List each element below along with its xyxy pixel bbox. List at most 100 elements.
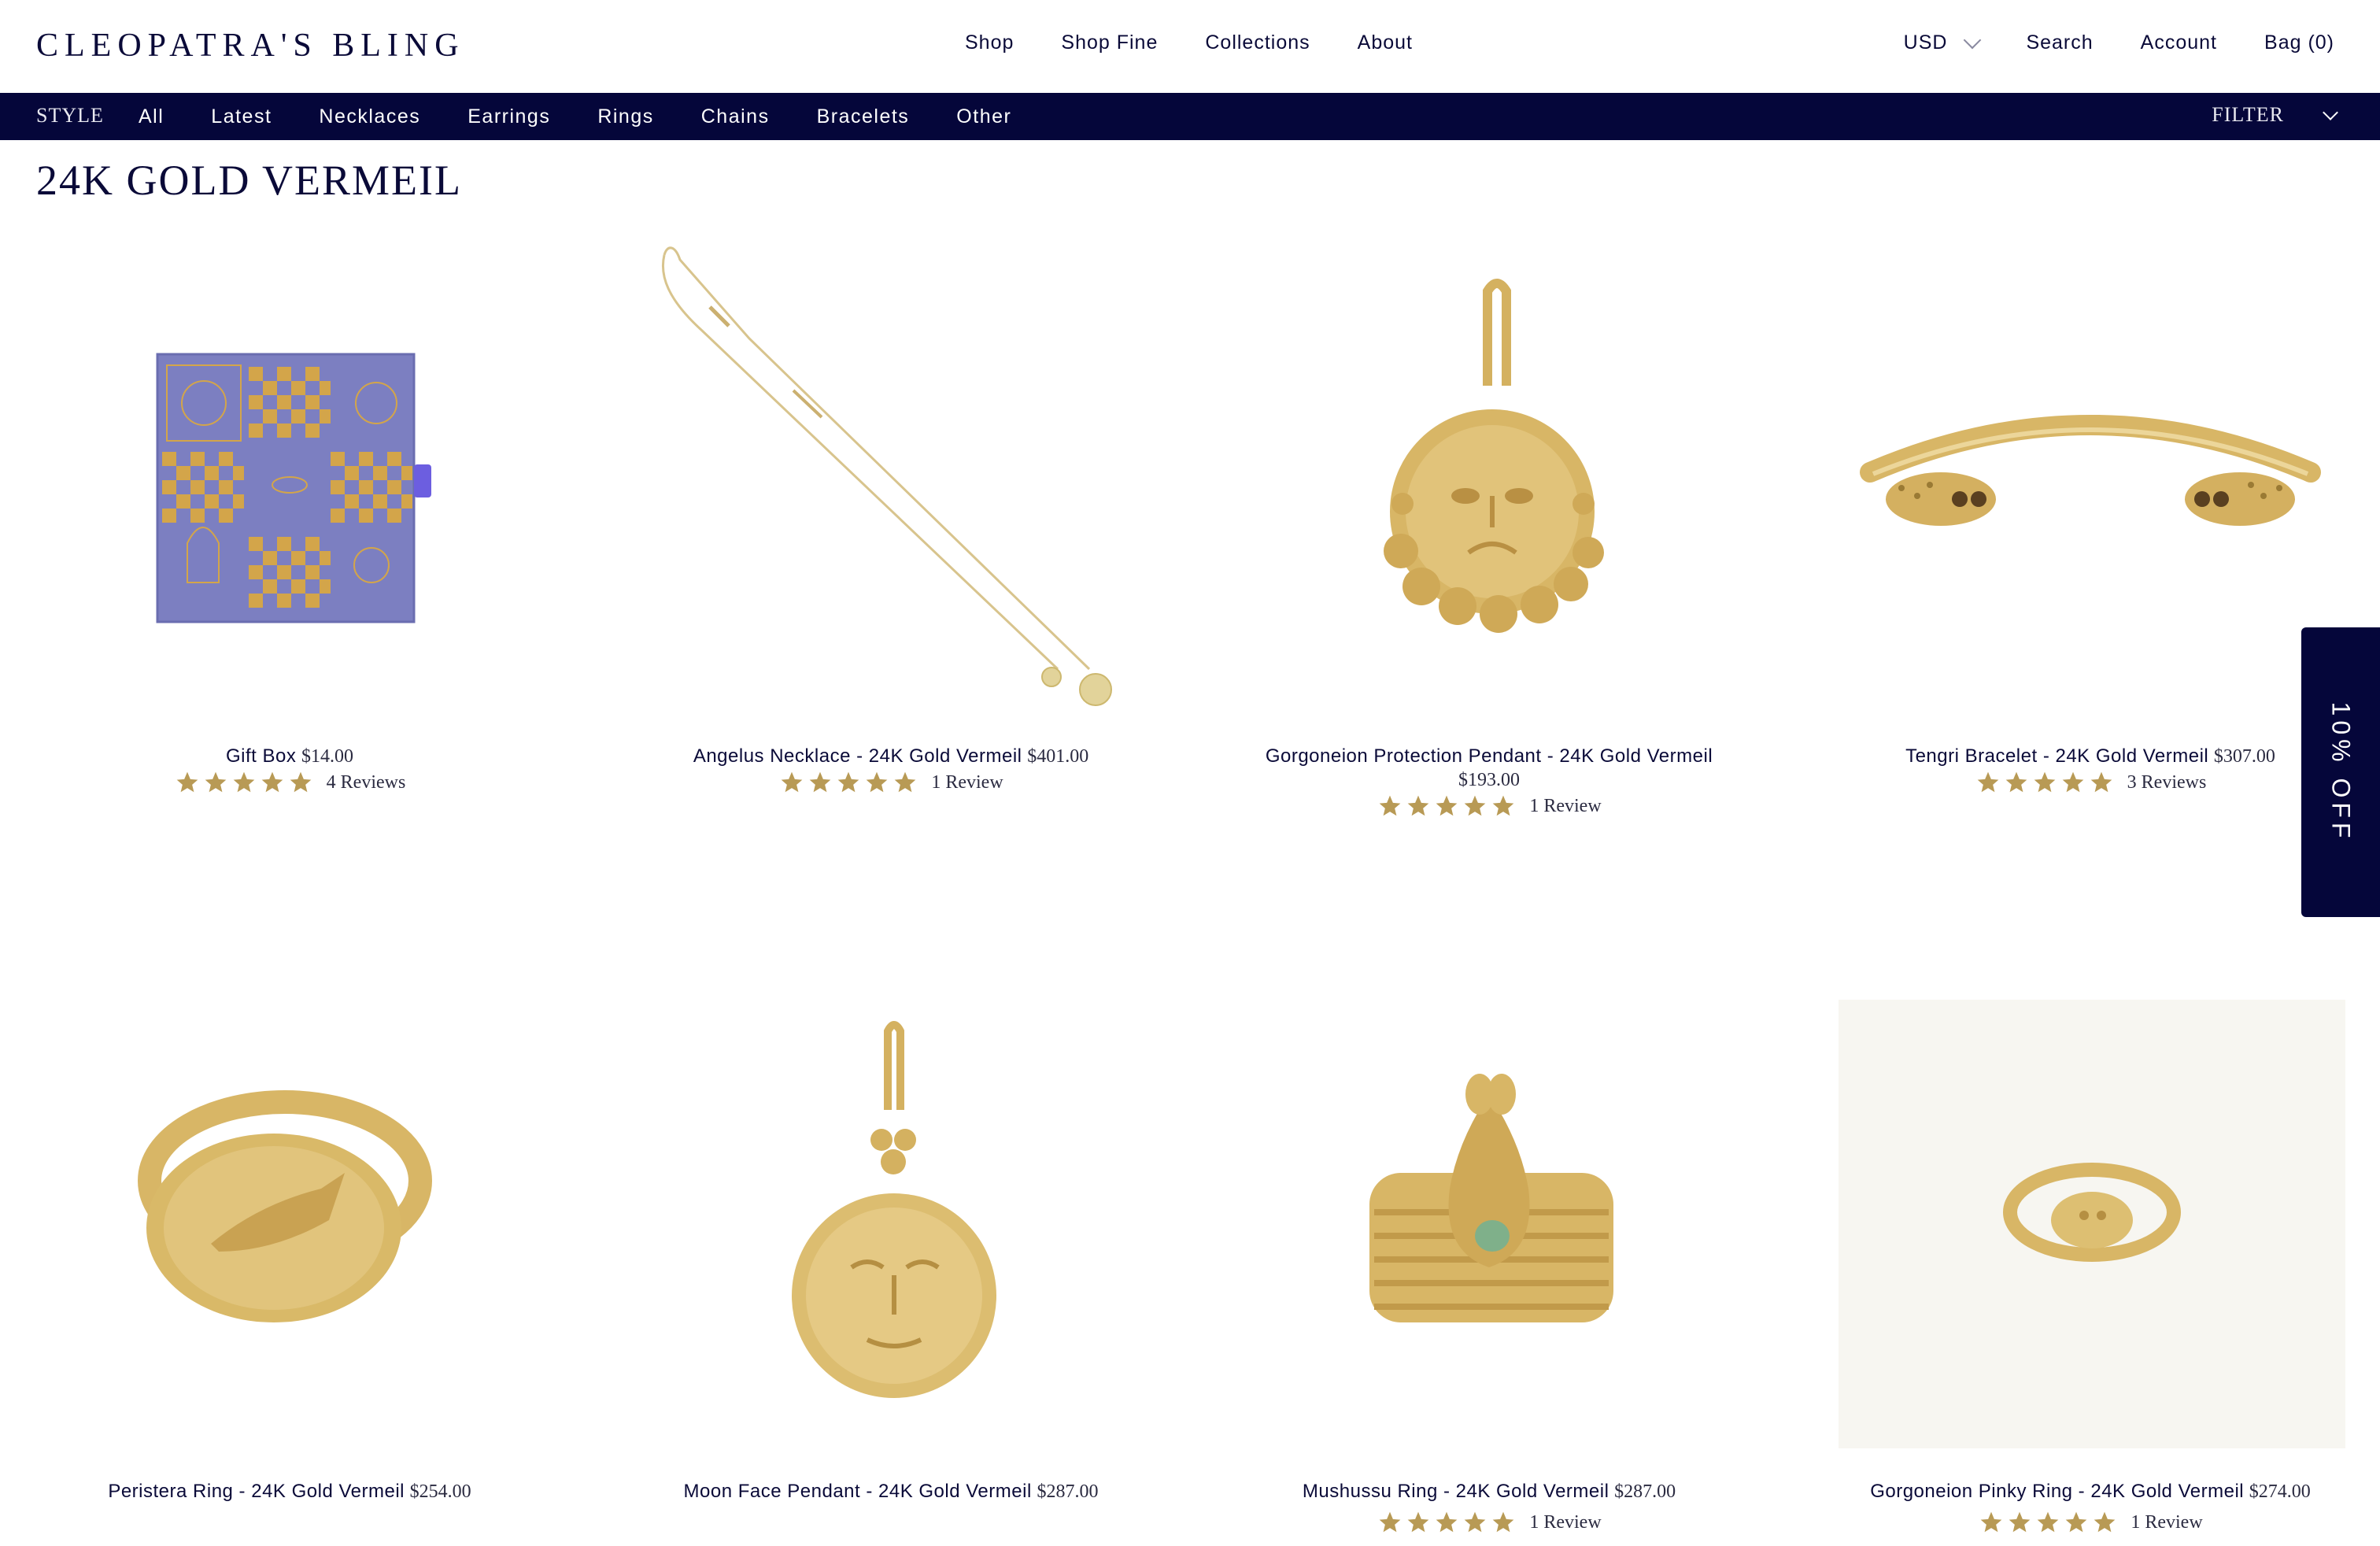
product-card[interactable]: Mushussu Ring - 24K Gold Vermeil $287.00… <box>1190 984 1788 1535</box>
nav-collections[interactable]: Collections <box>1205 31 1310 54</box>
style-link-other[interactable]: Other <box>956 105 1011 128</box>
product-card[interactable]: Tengri Bracelet - 24K Gold Vermeil $307.… <box>1791 228 2380 842</box>
star-icon <box>838 771 859 793</box>
product-price: $287.00 <box>1614 1481 1676 1502</box>
star-icon <box>895 771 916 793</box>
star-rating <box>1377 793 1518 819</box>
review-count: 3 Reviews <box>2127 771 2207 793</box>
product-card[interactable]: Peristera Ring - 24K Gold Vermeil $254.0… <box>0 984 589 1535</box>
pendant-image[interactable] <box>1190 228 1788 716</box>
review-count: 1 Review <box>1529 1511 1602 1533</box>
bag-link[interactable]: Bag (0) <box>2264 31 2334 54</box>
filter-toggle[interactable]: FILTER <box>2212 103 2338 127</box>
product-title[interactable]: Mushussu Ring - 24K Gold Vermeil $287.00 <box>1190 1480 1788 1503</box>
ring-image[interactable] <box>0 984 589 1448</box>
style-link-earrings[interactable]: Earrings <box>468 105 550 128</box>
gift-box-image[interactable] <box>0 228 589 716</box>
style-link-necklaces[interactable]: Necklaces <box>319 105 420 128</box>
product-title[interactable]: Tengri Bracelet - 24K Gold Vermeil $307.… <box>1791 745 2380 768</box>
star-icon <box>176 771 198 793</box>
style-filter-bar: STYLE All Latest Necklaces Earrings Ring… <box>0 93 2380 140</box>
star-rating <box>1978 1510 2119 1535</box>
utility-nav: USD Search Account Bag (0) <box>1857 31 2334 54</box>
discount-side-tab[interactable]: 10% OFF <box>2301 627 2380 917</box>
star-rating <box>174 770 316 795</box>
bracelet-image[interactable] <box>1791 228 2380 716</box>
product-title[interactable]: Moon Face Pendant - 24K Gold Vermeil $28… <box>592 1480 1190 1503</box>
product-card[interactable]: Angelus Necklace - 24K Gold Vermeil $401… <box>592 228 1190 842</box>
nav-about[interactable]: About <box>1358 31 1413 54</box>
star-icon <box>867 771 888 793</box>
product-name: Gift Box <box>225 745 297 767</box>
product-rating[interactable]: 1 Review <box>1791 1510 2380 1535</box>
star-icon <box>1436 795 1458 816</box>
product-rating[interactable]: 1 Review <box>1190 1510 1788 1535</box>
product-rating[interactable]: 4 Reviews <box>0 770 589 795</box>
star-icon <box>810 771 831 793</box>
site-header: CLEOPATRA'S BLING Shop Shop Fine Collect… <box>0 0 2380 93</box>
product-title[interactable]: Peristera Ring - 24K Gold Vermeil $254.0… <box>0 1480 589 1503</box>
review-count: 4 Reviews <box>326 771 406 793</box>
style-link-rings[interactable]: Rings <box>597 105 653 128</box>
pinky-ring-image[interactable] <box>1791 984 2380 1448</box>
review-count: 1 Review <box>931 771 1003 793</box>
star-icon <box>1408 795 1429 816</box>
star-icon <box>2005 771 2027 793</box>
product-price: $401.00 <box>1027 746 1089 767</box>
style-link-bracelets[interactable]: Bracelets <box>817 105 910 128</box>
filter-label: FILTER <box>2212 103 2284 126</box>
star-icon <box>261 771 283 793</box>
moon-pendant-image[interactable] <box>592 984 1190 1448</box>
product-rating[interactable]: 1 Review <box>1190 793 1788 819</box>
currency-selector[interactable]: USD <box>1904 31 1982 54</box>
star-icon <box>290 771 312 793</box>
product-title[interactable]: Gift Box $14.00 <box>0 745 589 768</box>
brand-logo[interactable]: CLEOPATRA'S BLING <box>36 27 465 65</box>
product-price: $307.00 <box>2213 746 2275 767</box>
serpent-ring-image[interactable] <box>1190 984 1788 1448</box>
star-icon <box>1408 1511 1429 1533</box>
search-link[interactable]: Search <box>2026 31 2093 54</box>
product-title[interactable]: Gorgoneion Protection Pendant - 24K Gold… <box>1190 745 1788 792</box>
star-rating <box>1975 770 2116 795</box>
star-icon <box>2034 771 2056 793</box>
star-icon <box>1465 1511 1486 1533</box>
product-price: $14.00 <box>301 746 354 767</box>
product-card[interactable]: Moon Face Pendant - 24K Gold Vermeil $28… <box>592 984 1190 1535</box>
product-title[interactable]: Gorgoneion Pinky Ring - 24K Gold Vermeil… <box>1791 1480 2380 1503</box>
product-name: Peristera Ring - 24K Gold Vermeil <box>108 1481 405 1502</box>
star-rating <box>1377 1510 1518 1535</box>
product-name: Mushussu Ring - 24K Gold Vermeil <box>1302 1481 1609 1502</box>
product-name: Moon Face Pendant - 24K Gold Vermeil <box>683 1481 1032 1502</box>
star-icon <box>2038 1511 2059 1533</box>
star-icon <box>1493 1511 1514 1533</box>
necklace-image[interactable] <box>592 228 1190 716</box>
review-count: 1 Review <box>1529 795 1602 816</box>
style-link-latest[interactable]: Latest <box>211 105 272 128</box>
product-rating[interactable]: 1 Review <box>592 770 1190 795</box>
account-link[interactable]: Account <box>2141 31 2217 54</box>
product-name: Tengri Bracelet - 24K Gold Vermeil <box>1905 745 2209 767</box>
product-title[interactable]: Angelus Necklace - 24K Gold Vermeil $401… <box>592 745 1190 768</box>
star-rating <box>778 770 920 795</box>
review-count: 1 Review <box>2131 1511 2203 1533</box>
star-icon <box>2009 1511 2031 1533</box>
star-icon <box>1465 795 1486 816</box>
nav-shop[interactable]: Shop <box>965 31 1014 54</box>
page-title: 24K GOLD VERMEIL <box>36 157 462 204</box>
star-icon <box>233 771 255 793</box>
product-name: Gorgoneion Pinky Ring - 24K Gold Vermeil <box>1870 1481 2245 1502</box>
style-link-chains[interactable]: Chains <box>701 105 770 128</box>
product-rating[interactable]: 3 Reviews <box>1791 770 2380 795</box>
product-card[interactable]: Gift Box $14.00 4 Reviews <box>0 228 589 842</box>
star-icon <box>2062 771 2084 793</box>
nav-shop-fine[interactable]: Shop Fine <box>1061 31 1158 54</box>
product-card[interactable]: Gorgoneion Protection Pendant - 24K Gold… <box>1190 228 1788 858</box>
style-link-all[interactable]: All <box>139 105 164 128</box>
product-price: $193.00 <box>1458 770 1520 790</box>
star-icon <box>1493 795 1514 816</box>
star-icon <box>782 771 803 793</box>
product-card[interactable]: Gorgoneion Pinky Ring - 24K Gold Vermeil… <box>1791 984 2380 1535</box>
product-name: Gorgoneion Protection Pendant - 24K Gold… <box>1265 745 1713 767</box>
star-icon <box>2090 771 2112 793</box>
